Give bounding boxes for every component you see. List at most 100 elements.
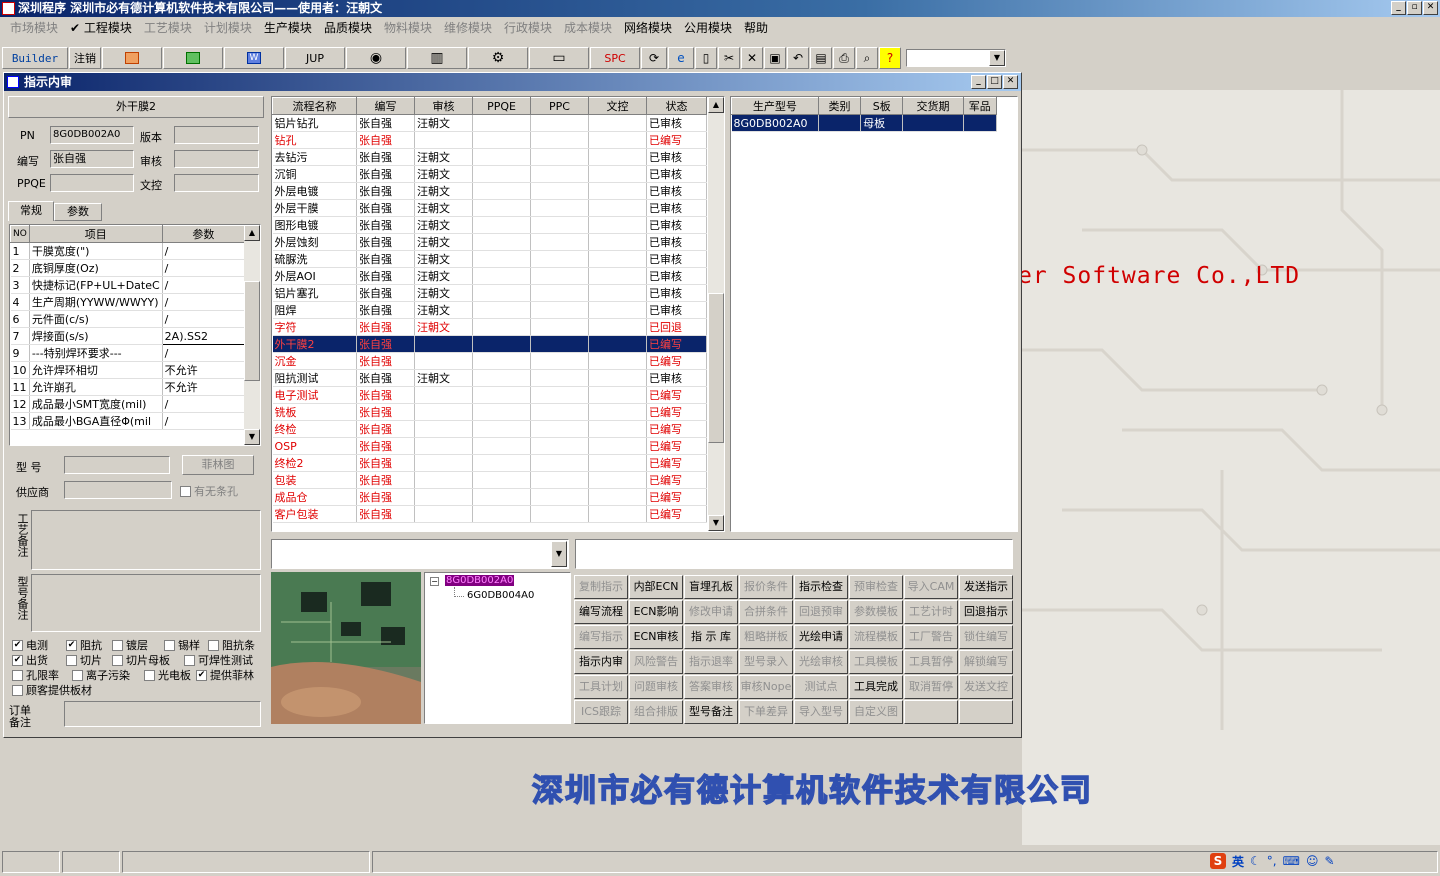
flow-row[interactable]: 客户包装 张自强 已编写: [272, 505, 707, 523]
punct-icon[interactable]: °,: [1267, 854, 1277, 868]
menu-item-8[interactable]: 行政模块: [498, 19, 558, 36]
film-diagram-button[interactable]: 菲林图: [182, 455, 254, 475]
ime-language[interactable]: 英: [1232, 853, 1244, 870]
action-button[interactable]: 合拼条件: [739, 600, 793, 624]
action-button[interactable]: 解锁编写: [959, 650, 1013, 674]
action-button[interactable]: 导入CAM: [904, 575, 958, 599]
param-row[interactable]: 10 允许焊环相切 不允许: [10, 361, 246, 379]
flow-col-header[interactable]: PPC: [530, 97, 589, 115]
network-icon[interactable]: ⚙: [468, 47, 528, 69]
action-button[interactable]: 回退指示: [959, 600, 1013, 624]
prod-col-header[interactable]: S板: [860, 97, 904, 115]
flow-row[interactable]: 铝片钻孔 张自强 汪朝文 已审核: [272, 114, 707, 132]
slot-hole-checkbox[interactable]: 有无条孔: [180, 483, 238, 499]
flow-row[interactable]: 外干膜2 张自强 已编写: [272, 335, 707, 353]
menu-item-11[interactable]: 公用模块: [678, 19, 738, 36]
child-maximize-button[interactable]: □: [987, 75, 1002, 89]
undo-icon[interactable]: ↶: [787, 47, 809, 69]
chevron-down-icon[interactable]: ▼: [551, 541, 567, 567]
option-checkbox[interactable]: 光电板: [144, 667, 191, 683]
review-field[interactable]: [174, 150, 259, 168]
cut-icon[interactable]: ✂: [718, 47, 740, 69]
params-scrollbar[interactable]: ▲ ▼: [244, 225, 260, 445]
tree-child-node[interactable]: 6G0DB004A0: [467, 590, 534, 601]
param-row[interactable]: 4 生产周期(YYWW/WWYY) /: [10, 293, 246, 311]
flow-row[interactable]: 图形电镀 张自强 汪朝文 已审核: [272, 216, 707, 234]
option-checkbox[interactable]: 切片母板: [112, 652, 170, 668]
action-button[interactable]: 型号录入: [739, 650, 793, 674]
ie-icon[interactable]: e: [668, 47, 694, 69]
action-button[interactable]: 回退预审: [794, 600, 848, 624]
action-button[interactable]: 问题审核: [629, 675, 683, 699]
action-button[interactable]: 审核Nope: [739, 675, 793, 699]
flow-row[interactable]: OSP 张自强 已编写: [272, 437, 707, 455]
action-button[interactable]: 参数模板: [849, 600, 903, 624]
param-value[interactable]: /: [162, 259, 246, 277]
flow-row[interactable]: 钻孔 张自强 已编写: [272, 131, 707, 149]
action-button[interactable]: 编写流程: [574, 600, 628, 624]
param-value[interactable]: /: [162, 242, 246, 260]
sogou-icon[interactable]: S: [1210, 853, 1226, 869]
tree-root-node[interactable]: 8G0DB002A0: [445, 575, 515, 586]
action-button[interactable]: 编写指示: [574, 625, 628, 649]
param-value[interactable]: 2A).SS2: [161, 327, 246, 345]
logout-button[interactable]: 注销: [69, 47, 101, 69]
eye-icon[interactable]: ◉: [346, 47, 406, 69]
word-icon[interactable]: W: [224, 47, 284, 69]
scroll-thumb[interactable]: [244, 281, 260, 381]
delete-icon[interactable]: ✕: [741, 47, 763, 69]
option-checkbox[interactable]: 离子污染: [72, 667, 130, 683]
flow-combo[interactable]: ▼: [271, 539, 569, 569]
action-button[interactable]: 盲埋孔板: [684, 575, 738, 599]
param-row[interactable]: 11 允许崩孔 不允许: [10, 378, 246, 396]
action-button[interactable]: ECN审核: [629, 625, 683, 649]
param-row[interactable]: 3 快捷标记(FP+UL+DateC /: [10, 276, 246, 294]
scroll-thumb[interactable]: [708, 293, 724, 443]
action-button[interactable]: 测试点: [794, 675, 848, 699]
spc-button[interactable]: SPC: [590, 47, 640, 69]
scroll-up-icon[interactable]: ▲: [708, 97, 724, 113]
option-checkbox[interactable]: 顾客提供板材: [12, 682, 92, 698]
supplier-field[interactable]: [64, 481, 172, 499]
tab-general[interactable]: 常规: [8, 201, 54, 221]
param-row[interactable]: 2 底铜厚度(Oz) /: [10, 259, 246, 277]
action-button[interactable]: 指示检查: [794, 575, 848, 599]
param-value[interactable]: 不允许: [162, 361, 246, 379]
action-button[interactable]: [904, 700, 958, 724]
save-icon[interactable]: ▣: [764, 47, 786, 69]
param-row[interactable]: 9 ---特别焊环要求--- /: [10, 344, 246, 362]
restore-button[interactable]: ▫: [1407, 1, 1422, 15]
menu-item-0[interactable]: 市场模块: [4, 19, 64, 36]
action-button[interactable]: [959, 700, 1013, 724]
option-checkbox[interactable]: ✔ 出货: [12, 652, 48, 668]
param-value[interactable]: 不允许: [162, 378, 246, 396]
minimize-button[interactable]: _: [1391, 1, 1406, 15]
excel-icon[interactable]: [163, 47, 223, 69]
pn-field[interactable]: 8G0DB002A0: [50, 126, 134, 144]
option-checkbox[interactable]: 切片: [66, 652, 102, 668]
action-button[interactable]: 锁住编写: [959, 625, 1013, 649]
option-checkbox[interactable]: ✔ 电测: [12, 637, 48, 653]
user-icon[interactable]: ☺: [1306, 854, 1319, 868]
action-button[interactable]: 发送文控: [959, 675, 1013, 699]
flow-row[interactable]: 外层蚀刻 张自强 汪朝文 已审核: [272, 233, 707, 251]
option-checkbox[interactable]: ✔ 提供菲林: [196, 667, 254, 683]
flow-row[interactable]: 字符 张自强 汪朝文 已回退: [272, 318, 707, 336]
action-button[interactable]: 工具暂停: [904, 650, 958, 674]
param-row[interactable]: 7 焊接面(s/s) 2A).SS2: [10, 327, 246, 345]
action-button[interactable]: 复制指示: [574, 575, 628, 599]
prod-col-header[interactable]: 军品: [962, 97, 998, 115]
flow-col-header[interactable]: PPQE: [472, 97, 531, 115]
computer-icon[interactable]: ▭: [529, 47, 589, 69]
prod-col-header[interactable]: 交货期: [902, 97, 964, 115]
menu-item-5[interactable]: 品质模块: [318, 19, 378, 36]
action-button[interactable]: 发送指示: [959, 575, 1013, 599]
menu-item-3[interactable]: 计划模块: [198, 19, 258, 36]
flow-row[interactable]: 包装 张自强 已编写: [272, 471, 707, 489]
flow-row[interactable]: 去钻污 张自强 汪朝文 已审核: [272, 148, 707, 166]
action-button[interactable]: 光绘审核: [794, 650, 848, 674]
ppt-icon[interactable]: [102, 47, 162, 69]
flow-row[interactable]: 外层干膜 张自强 汪朝文 已审核: [272, 199, 707, 217]
tree-collapse-icon[interactable]: −: [430, 577, 439, 586]
param-row[interactable]: 1 干膜宽度(") /: [10, 242, 246, 260]
